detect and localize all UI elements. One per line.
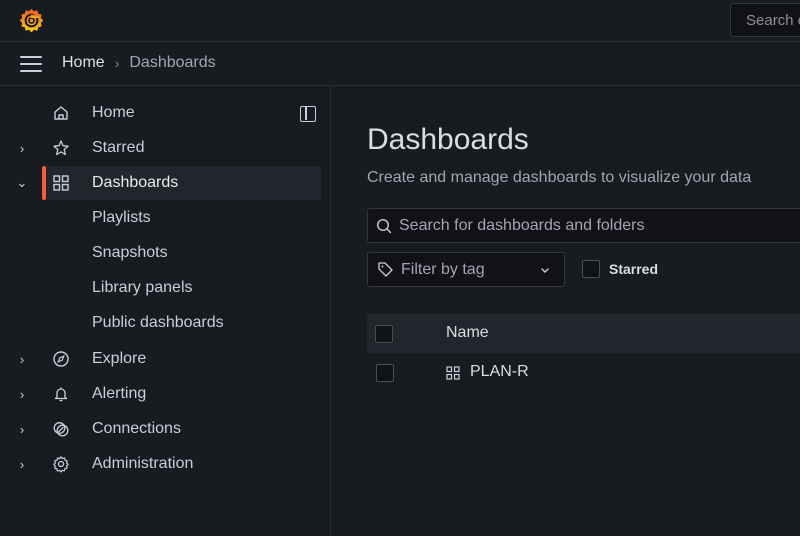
grafana-logo-icon[interactable]: [18, 7, 45, 34]
row-checkbox[interactable]: [376, 364, 394, 382]
sidebar-item-label: Playlists: [92, 209, 151, 226]
table-row[interactable]: PLAN-R: [367, 353, 800, 393]
star-icon: [53, 140, 69, 156]
sidebar-item-label: Public dashboards: [92, 314, 224, 331]
home-icon: [54, 106, 68, 120]
gear-icon: [53, 456, 69, 473]
starred-filter-checkbox[interactable]: Starred: [582, 260, 658, 278]
sidebar-item-administration[interactable]: › Administration: [0, 447, 321, 481]
chevron-down-icon: [541, 268, 549, 273]
connections-icon: [53, 422, 69, 437]
sidebar-item-label: Connections: [92, 420, 181, 437]
apps-icon: [53, 175, 69, 191]
sidebar-item-label: Starred: [92, 139, 145, 156]
page-title: Dashboards: [367, 123, 529, 156]
sidebar-item-library-panels[interactable]: Library panels: [0, 271, 321, 305]
sidebar-item-connections[interactable]: › Connections: [0, 412, 321, 446]
column-header-name[interactable]: Name: [446, 324, 489, 342]
tag-icon: [378, 262, 393, 277]
sidebar: Home › Starred ⌄ Dashboards Playlists Sn…: [0, 87, 331, 536]
breadcrumb-separator: ›: [114, 55, 120, 71]
breadcrumb-current: Dashboards: [129, 54, 216, 71]
hamburger-line: [20, 70, 42, 72]
chevron-right-icon[interactable]: ›: [16, 457, 28, 472]
compass-icon: [53, 351, 69, 367]
sidebar-item-label: Snapshots: [92, 244, 168, 261]
sidebar-item-label: Alerting: [92, 385, 147, 402]
search-icon: [376, 218, 392, 233]
global-search-input[interactable]: Search or jump to...: [730, 3, 800, 37]
sidebar-item-label: Dashboards: [92, 174, 179, 191]
main-content: Dashboards Create and manage dashboards …: [332, 87, 800, 536]
sidebar-item-playlists[interactable]: Playlists: [0, 201, 321, 235]
dashboard-icon: [446, 366, 460, 380]
dashboard-search-input[interactable]: [399, 216, 799, 235]
menu-toggle-button[interactable]: [20, 56, 42, 72]
chevron-right-icon[interactable]: ›: [16, 387, 28, 402]
sidebar-item-label: Library panels: [92, 279, 193, 296]
tag-filter-label: Filter by tag: [401, 260, 485, 278]
sidebar-item-home[interactable]: Home: [0, 96, 321, 130]
table-header: Name: [367, 314, 800, 353]
sidebar-item-starred[interactable]: › Starred: [0, 131, 321, 165]
page-subtitle: Create and manage dashboards to visualiz…: [367, 169, 752, 186]
hamburger-line: [20, 63, 42, 65]
dashboard-link[interactable]: PLAN-R: [470, 363, 529, 381]
dashboard-search-field[interactable]: [367, 208, 800, 243]
tag-filter-select[interactable]: Filter by tag: [367, 252, 565, 287]
sidebar-item-label: Home: [92, 104, 135, 121]
chevron-right-icon[interactable]: ›: [16, 422, 28, 437]
starred-filter-label: Starred: [609, 261, 659, 277]
breadcrumb-bar: Home › Dashboards: [0, 43, 800, 86]
sidebar-item-alerting[interactable]: › Alerting: [0, 377, 321, 411]
top-bar: Search or jump to...: [0, 0, 800, 42]
breadcrumb-home-link[interactable]: Home: [62, 54, 105, 72]
sidebar-item-label: Administration: [92, 455, 194, 472]
sidebar-item-snapshots[interactable]: Snapshots: [0, 236, 321, 270]
bell-icon: [54, 387, 68, 402]
global-search-placeholder: Search or jump to...: [746, 11, 800, 29]
hamburger-line: [20, 56, 42, 58]
sidebar-item-public-dashboards[interactable]: Public dashboards: [0, 306, 321, 340]
sidebar-item-label: Explore: [92, 350, 147, 367]
sidebar-item-explore[interactable]: › Explore: [0, 342, 321, 376]
chevron-right-icon[interactable]: ›: [16, 141, 28, 156]
chevron-down-icon[interactable]: ⌄: [16, 175, 28, 190]
active-indicator: [42, 166, 46, 200]
breadcrumb: Home › Dashboards: [62, 54, 216, 72]
sidebar-item-dashboards[interactable]: ⌄ Dashboards: [17, 166, 321, 200]
select-all-checkbox[interactable]: [375, 325, 393, 343]
chevron-right-icon[interactable]: ›: [16, 352, 28, 367]
starred-checkbox[interactable]: [582, 260, 600, 278]
